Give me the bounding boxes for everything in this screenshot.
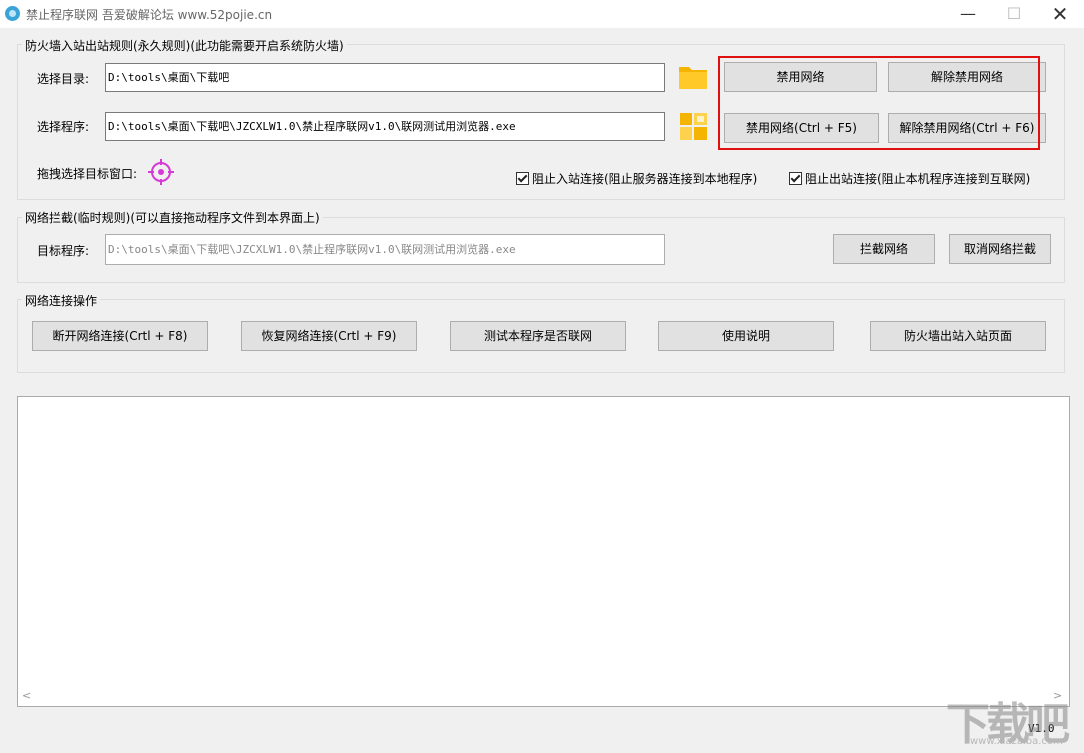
help-label: 使用说明 [721,329,770,343]
select-directory-label: 选择目录: [37,72,90,86]
cancel-intercept-button[interactable]: 取消网络拦截 [949,234,1051,264]
block-inbound-checkbox[interactable]: 阻止入站连接(阻止服务器连接到本地程序) [516,170,757,187]
block-outbound-checkbox[interactable]: 阻止出站连接(阻止本机程序连接到互联网) [789,170,1030,187]
folder-icon[interactable] [678,64,708,90]
app-icon [5,6,20,21]
target-program-label: 目标程序: [37,244,90,258]
checkbox-checked-icon [789,172,802,185]
intercept-group-label: 网络拦截(临时规则)(可以直接拖动程序文件到本界面上) [22,209,323,226]
program-grid-icon[interactable] [680,113,707,140]
block-outbound-label: 阻止出站连接(阻止本机程序连接到互联网) [805,172,1031,186]
program-field[interactable]: D:\tools\桌面\下载吧\JZCXLW1.0\禁止程序联网v1.0\联网测… [105,112,665,141]
crosshair-target-icon[interactable] [148,159,174,185]
window-title: 禁止程序联网 吾爱破解论坛 www.52pojie.cn [26,8,273,22]
restore-network-button[interactable]: 恢复网络连接(Crtl + F9) [241,321,417,351]
firewall-page-label: 防火墙出站入站页面 [903,329,1012,343]
drag-target-label: 拖拽选择目标窗口: [37,167,138,181]
log-textarea[interactable] [17,396,1070,707]
intercept-network-label: 拦截网络 [859,242,908,256]
disconnect-network-button[interactable]: 断开网络连接(Crtl + F8) [32,321,208,351]
test-connection-button[interactable]: 测试本程序是否联网 [450,321,626,351]
scroll-left-arrow-icon[interactable]: < [22,689,31,702]
title-bar: 禁止程序联网 吾爱破解论坛 www.52pojie.cn — ☐ ✕ [0,0,1084,28]
close-button[interactable]: ✕ [1037,0,1083,28]
checkbox-checked-icon [516,172,529,185]
cancel-intercept-label: 取消网络拦截 [963,242,1036,256]
watermark-logo: 下载吧 www.xiazaiba.com [946,688,1082,753]
watermark-url: www.xiazaiba.com [970,736,1063,747]
minimize-button[interactable]: — [945,0,991,28]
firewall-page-button[interactable]: 防火墙出站入站页面 [870,321,1046,351]
select-program-label: 选择程序: [37,120,90,134]
highlight-box [718,56,1040,150]
directory-field[interactable]: D:\tools\桌面\下载吧 [105,63,665,92]
target-program-field[interactable]: D:\tools\桌面\下载吧\JZCXLW1.0\禁止程序联网v1.0\联网测… [105,234,665,265]
restore-network-label: 恢复网络连接(Crtl + F9) [261,329,397,343]
disconnect-network-label: 断开网络连接(Crtl + F8) [52,329,188,343]
block-inbound-label: 阻止入站连接(阻止服务器连接到本地程序) [532,172,758,186]
maximize-button[interactable]: ☐ [991,0,1037,28]
help-button[interactable]: 使用说明 [658,321,834,351]
network-ops-group-label: 网络连接操作 [22,292,101,309]
intercept-network-button[interactable]: 拦截网络 [833,234,935,264]
test-connection-label: 测试本程序是否联网 [483,329,592,343]
firewall-rules-group-label: 防火墙入站出站规则(永久规则)(此功能需要开启系统防火墙) [22,37,347,54]
